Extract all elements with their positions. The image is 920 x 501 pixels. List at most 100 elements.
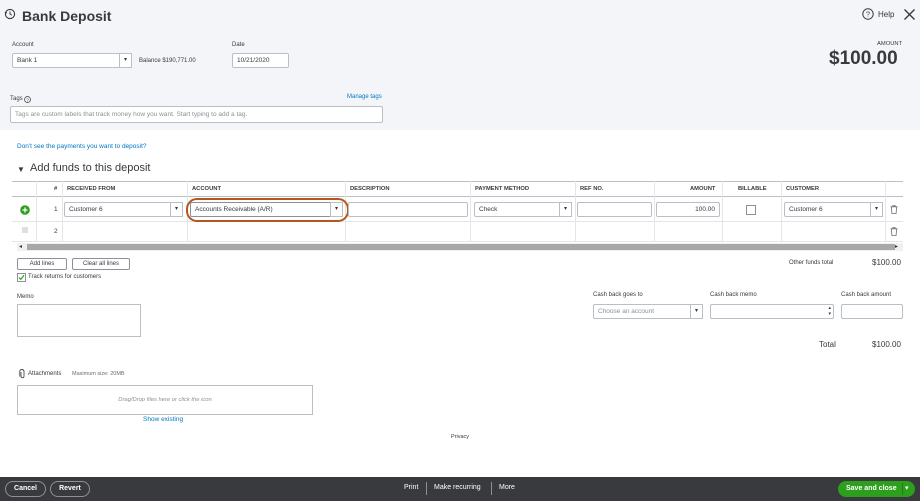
add-row-icon[interactable] [20, 205, 30, 215]
chevron-down-icon[interactable]: ▾ [905, 484, 909, 492]
cancel-button[interactable]: Cancel [5, 481, 46, 497]
footer-divider [902, 483, 903, 495]
account-value: Bank 1 [17, 57, 38, 64]
chevron-down-icon[interactable]: ▾ [690, 304, 703, 319]
history-icon[interactable] [4, 8, 16, 20]
save-and-close-button[interactable]: Save and close ▾ [838, 481, 915, 497]
memo-label: Memo [17, 294, 34, 300]
make-recurring-button[interactable]: Make recurring [434, 484, 481, 491]
row-account-value: Accounts Receivable (A/R) [195, 206, 273, 213]
revert-button[interactable]: Revert [50, 481, 90, 497]
attachments-max-size: Maximum size: 20MB [72, 371, 125, 377]
account-label: Account [12, 42, 34, 48]
help-link[interactable]: Help [878, 10, 894, 19]
scroll-right-icon[interactable]: ▸ [895, 243, 898, 250]
missing-payments-link[interactable]: Don't see the payments you want to depos… [17, 143, 147, 150]
account-balance: Balance $190,771.00 [139, 58, 196, 64]
col-header-num: # [54, 186, 58, 192]
cash-back-memo-label: Cash back memo [710, 292, 757, 298]
tags-input[interactable]: Tags are custom labels that track money … [10, 106, 383, 123]
privacy-link[interactable]: Privacy [451, 434, 469, 440]
column-divider [470, 181, 471, 242]
tags-label: Tags [10, 96, 23, 102]
ref-no-input[interactable] [577, 202, 652, 217]
other-funds-label: Other funds total [789, 260, 834, 266]
collapse-icon[interactable]: ▼ [17, 165, 25, 174]
trash-icon[interactable] [890, 205, 898, 214]
payment-method-select[interactable]: Check ▾ [474, 202, 572, 217]
billable-checkbox[interactable] [746, 205, 756, 215]
cash-back-goes-to-label: Cash back goes to [593, 292, 643, 298]
col-header-amount: AMOUNT [690, 186, 716, 192]
dropzone-text: Drag/Drop files here or click the icon [118, 397, 212, 403]
table-header-bottom-border [12, 196, 903, 197]
row-account-select[interactable]: Accounts Receivable (A/R) ▾ [190, 202, 343, 217]
table-header-top-border [12, 181, 903, 182]
clear-all-lines-button[interactable]: Clear all lines [72, 258, 130, 270]
cash-back-amount-input[interactable] [841, 304, 903, 319]
account-select[interactable]: Bank 1 ▾ [12, 53, 132, 68]
attachment-dropzone[interactable]: Drag/Drop files here or click the icon [17, 385, 313, 415]
more-button[interactable]: More [499, 484, 515, 491]
col-header-billable: BILLABLE [738, 186, 767, 192]
amount-label: AMOUNT [877, 41, 903, 47]
row-number: 2 [54, 228, 58, 235]
column-divider [722, 181, 723, 242]
svg-text:?: ? [26, 97, 29, 103]
attachments-label: Attachments [28, 371, 62, 377]
column-divider [885, 181, 886, 242]
footer-divider [426, 482, 427, 495]
chevron-down-icon[interactable]: ▾ [119, 53, 132, 68]
customer-value: Customer 6 [789, 206, 823, 213]
track-returns-label: Track returns for customers [28, 274, 102, 280]
customer-select[interactable]: Customer 6 ▾ [784, 202, 883, 217]
track-returns-checkbox[interactable] [17, 273, 26, 282]
date-value: 10/21/2020 [237, 57, 270, 64]
column-divider [781, 181, 782, 242]
section-title: Add funds to this deposit [30, 162, 151, 174]
cash-back-amount-label: Cash back amount [841, 292, 892, 298]
add-lines-button[interactable]: Add lines [17, 258, 67, 270]
svg-text:?: ? [866, 10, 870, 19]
column-divider [62, 181, 63, 242]
info-icon[interactable]: ? [24, 96, 31, 103]
close-icon[interactable] [903, 8, 916, 21]
col-header-customer: CUSTOMER [786, 186, 820, 192]
col-header-description: DESCRIPTION [350, 186, 390, 192]
manage-tags-link[interactable]: Manage tags [347, 94, 382, 100]
help-icon[interactable]: ? [862, 8, 874, 20]
cash-back-account-select[interactable]: Choose an account ▾ [593, 304, 703, 319]
column-divider [654, 181, 655, 242]
description-input[interactable] [348, 202, 468, 217]
spinner-icon[interactable]: ▴ ▾ [828, 305, 831, 317]
drag-handle-icon[interactable] [22, 227, 28, 233]
show-existing-link[interactable]: Show existing [143, 416, 183, 423]
total-label: Total [819, 340, 836, 349]
col-header-received-from: RECEIVED FROM [67, 186, 116, 192]
save-and-close-label: Save and close [846, 485, 897, 492]
cash-back-memo-input[interactable]: ▴ ▾ [710, 304, 834, 319]
tags-placeholder: Tags are custom labels that track money … [15, 111, 248, 118]
print-button[interactable]: Print [404, 484, 418, 491]
date-input[interactable]: 10/21/2020 [232, 53, 289, 68]
col-header-ref-no: REF NO. [580, 186, 604, 192]
page-title: Bank Deposit [22, 8, 112, 24]
horizontal-scrollbar[interactable]: ◂ ▸ [17, 243, 903, 251]
scroll-left-icon[interactable]: ◂ [19, 243, 22, 250]
chevron-down-icon[interactable]: ▾ [330, 202, 343, 217]
scrollbar-thumb[interactable] [27, 244, 895, 250]
received-from-select[interactable]: Customer 6 ▾ [64, 202, 183, 217]
chevron-down-icon[interactable]: ▾ [170, 202, 183, 217]
chevron-down-icon[interactable]: ▾ [559, 202, 572, 217]
other-funds-value: $100.00 [872, 258, 901, 267]
chevron-down-icon[interactable]: ▾ [870, 202, 883, 217]
amount-input[interactable]: 100.00 [656, 202, 720, 217]
date-label: Date [232, 42, 245, 48]
checkmark-icon [18, 274, 25, 281]
paperclip-icon[interactable] [19, 369, 26, 379]
trash-icon[interactable] [890, 227, 898, 236]
received-from-value: Customer 6 [69, 206, 103, 213]
memo-textarea[interactable] [17, 304, 141, 337]
row-amount-value: 100.00 [695, 206, 715, 213]
col-header-account: ACCOUNT [192, 186, 221, 192]
